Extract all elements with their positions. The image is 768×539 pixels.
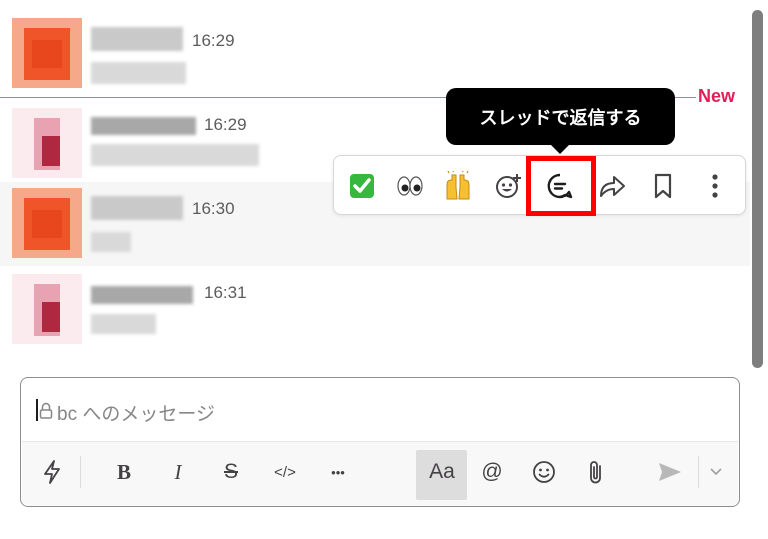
message-row[interactable]: 16:29	[0, 10, 750, 94]
scrollbar-thumb[interactable]	[752, 10, 763, 368]
bookmark-icon	[654, 173, 672, 199]
message-input-placeholder[interactable]: bc へのメッセージ	[57, 399, 215, 426]
message-text	[91, 144, 259, 166]
italic-button[interactable]: I	[158, 452, 198, 492]
add-reaction-button[interactable]	[489, 166, 529, 206]
share-arrow-icon	[600, 176, 625, 197]
text-format-button[interactable]: Aa	[422, 452, 462, 492]
sender-name[interactable]	[91, 196, 183, 220]
bold-button[interactable]: B	[104, 452, 144, 492]
message-timestamp[interactable]: 16:31	[204, 283, 247, 303]
message-timestamp[interactable]: 16:29	[192, 31, 235, 51]
share-message-button[interactable]	[592, 166, 632, 206]
raised-hands-reaction-button[interactable]	[438, 166, 478, 206]
code-button[interactable]: </>	[265, 452, 305, 492]
shortcuts-button[interactable]	[32, 452, 72, 492]
lightning-bolt-icon	[44, 460, 60, 484]
add-reaction-icon	[496, 174, 521, 198]
message-timestamp[interactable]: 16:29	[204, 115, 247, 135]
check-mark-reaction-button[interactable]	[342, 166, 382, 206]
message-text	[91, 62, 186, 84]
more-actions-button[interactable]	[695, 166, 735, 206]
message-composer[interactable]: bc へのメッセージ B I S </> ••• Aa @	[20, 377, 740, 507]
avatar[interactable]	[12, 18, 82, 88]
send-icon	[659, 463, 681, 481]
tooltip-arrow	[550, 144, 570, 154]
sender-name[interactable]	[91, 117, 196, 135]
paperclip-icon	[590, 461, 601, 484]
avatar[interactable]	[12, 274, 82, 344]
emoji-button[interactable]	[524, 452, 564, 492]
chevron-down-icon	[710, 468, 722, 476]
more-formatting-button[interactable]: •••	[318, 452, 358, 492]
toolbar-separator	[80, 456, 81, 488]
formatting-toolbar: B I S </> ••• Aa @	[22, 441, 738, 506]
message-timestamp[interactable]: 16:30	[192, 199, 235, 219]
lock-icon	[39, 402, 53, 419]
sender-name[interactable]	[91, 27, 183, 51]
sender-name[interactable]	[91, 286, 193, 304]
text-caret	[36, 399, 38, 421]
eyes-emoji-icon	[397, 176, 423, 196]
message-row[interactable]: 16:31	[0, 266, 750, 350]
avatar[interactable]	[12, 108, 82, 178]
message-text	[91, 232, 131, 252]
reply-in-thread-tooltip: スレッドで返信する	[446, 88, 675, 145]
vertical-ellipsis-icon	[712, 174, 718, 198]
message-text	[91, 314, 156, 334]
check-mark-emoji-icon	[350, 174, 374, 198]
smiley-icon	[533, 461, 555, 483]
send-options-button[interactable]	[696, 452, 736, 492]
avatar[interactable]	[12, 188, 82, 258]
reply-in-thread-highlight	[526, 156, 596, 216]
attach-file-button[interactable]	[576, 452, 616, 492]
mention-button[interactable]: @	[472, 452, 512, 492]
raised-hands-emoji-icon	[446, 171, 470, 200]
strikethrough-button[interactable]: S	[211, 452, 251, 492]
save-message-button[interactable]	[643, 166, 683, 206]
send-button[interactable]	[650, 452, 690, 492]
eyes-reaction-button[interactable]	[390, 166, 430, 206]
